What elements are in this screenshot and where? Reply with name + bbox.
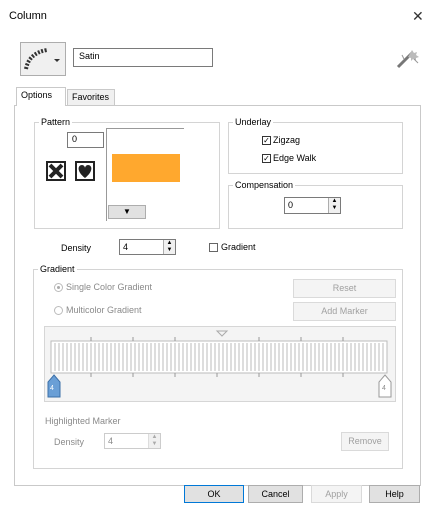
help-button[interactable]: Help [369,485,420,503]
tab-favorites[interactable]: Favorites [67,89,115,105]
multicolor-label: Multicolor Gradient [66,305,142,315]
highlighted-marker-title: Highlighted Marker [45,416,121,426]
spin-arrows-icon[interactable]: ▲ ▼ [148,434,160,448]
stitch-type-button[interactable] [20,42,66,76]
spin-arrows-icon[interactable]: ▲ ▼ [163,240,175,254]
density-value: 4 [123,242,129,252]
stitch-type-field[interactable]: Satin [73,48,213,67]
add-marker-button[interactable]: Add Marker [293,302,396,321]
cancel-button[interactable]: Cancel [248,485,303,503]
heart-pattern-icon[interactable] [74,160,96,182]
underlay-legend: Underlay [235,117,272,127]
marker-density-label: Density [54,437,85,447]
pattern-dropdown-button[interactable]: ▼ [108,205,146,219]
underlay-group: Underlay [228,117,403,174]
satin-stitch-icon [24,48,60,70]
density-label: Density [61,243,92,253]
close-icon[interactable]: ✕ [412,8,424,25]
marker-density-spinbox[interactable]: 4 ▲ ▼ [104,433,161,449]
remove-button[interactable]: Remove [341,432,389,451]
multicolor-radio[interactable] [54,306,63,315]
chevron-down-icon [54,59,60,62]
x-pattern-icon[interactable] [45,160,67,182]
zigzag-checkbox[interactable]: ✓ [262,136,271,145]
ok-button[interactable]: OK [184,485,244,503]
right-marker-label: 4 [382,385,386,392]
gradient-legend: Gradient [40,264,75,274]
density-spinbox[interactable]: 4 ▲ ▼ [119,239,176,255]
compensation-value: 0 [288,200,294,210]
marker-density-value: 4 [108,436,114,446]
edge-walk-label: Edge Walk [273,153,317,163]
magic-wand-icon[interactable] [392,45,422,73]
single-color-label: Single Color Gradient [66,282,153,292]
pattern-legend: Pattern [41,117,71,127]
edge-walk-checkbox[interactable]: ✓ [262,154,271,163]
gradient-slider-area[interactable] [44,326,396,402]
gradient-checkbox[interactable] [209,243,218,252]
compensation-spinbox[interactable]: 0 ▲ ▼ [284,197,341,214]
pattern-number-field[interactable]: 0 [67,132,104,148]
spin-arrows-icon[interactable]: ▲ ▼ [328,198,340,213]
compensation-legend: Compensation [235,180,294,190]
gradient-checkbox-label: Gradient [221,242,256,252]
window-title: Column [9,10,47,22]
apply-button[interactable]: Apply [311,485,362,503]
pattern-color-swatch[interactable] [112,154,180,182]
left-marker-label: 4 [50,385,54,392]
zigzag-label: Zigzag [273,135,301,145]
single-color-radio[interactable] [54,283,63,292]
title-bar [0,0,435,34]
tab-options[interactable]: Options [16,87,66,106]
reset-button[interactable]: Reset [293,279,396,298]
